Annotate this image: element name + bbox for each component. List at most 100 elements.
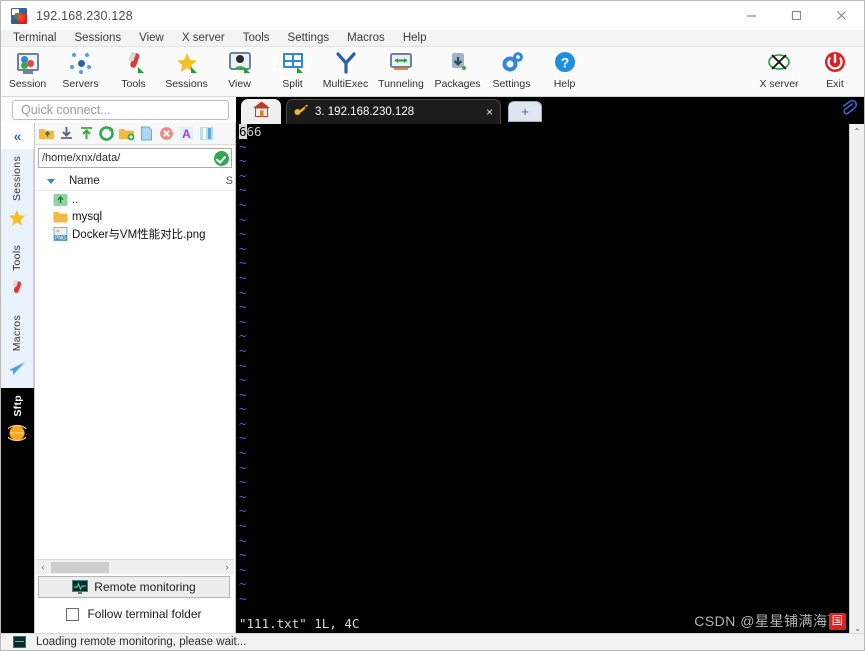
sidebar-item-sftp[interactable]: Sftp xyxy=(1,388,34,454)
menu-item-terminal[interactable]: Terminal xyxy=(4,30,65,47)
upload-icon[interactable] xyxy=(78,125,95,142)
toolbar-button-settings[interactable]: Settings xyxy=(485,47,538,96)
sidebar-vertical-tabs: « Sessions Tools Macros Sftp xyxy=(1,123,34,635)
toolbar-button-tunneling[interactable]: Tunneling xyxy=(372,47,430,96)
menu-item-macros[interactable]: Macros xyxy=(338,30,394,47)
sidebar-item-tools[interactable]: Tools xyxy=(1,238,34,309)
hscroll-thumb[interactable] xyxy=(51,561,109,573)
tab-home[interactable] xyxy=(241,99,281,124)
list-item[interactable]: .. xyxy=(35,191,235,208)
toolbar-label-split: Split xyxy=(282,78,303,90)
terminal-tilde-line: ~ xyxy=(239,591,247,606)
new-folder-icon[interactable] xyxy=(118,125,135,142)
main-toolbar: Session Servers Tools Sessions View Spli… xyxy=(1,47,864,97)
terminal-tilde-line: ~ xyxy=(239,342,247,358)
text-editor-icon[interactable]: A xyxy=(178,125,195,142)
new-tab-button[interactable]: + xyxy=(508,101,542,122)
maximize-icon[interactable] xyxy=(774,1,819,30)
sidebar-label-sftp: Sftp xyxy=(11,395,24,417)
terminal-tilde-line: ~ xyxy=(239,386,247,402)
column-header-size[interactable]: S xyxy=(226,175,233,187)
sort-caret-icon[interactable] xyxy=(47,178,55,184)
menu-item-view[interactable]: View xyxy=(130,30,173,47)
delete-icon[interactable] xyxy=(158,125,175,142)
terminal-tilde-line: ~ xyxy=(239,561,247,577)
new-file-icon[interactable] xyxy=(138,125,155,142)
sidebar-label-macros: Macros xyxy=(11,315,23,352)
menu-item-help[interactable]: Help xyxy=(394,30,436,47)
paperclip-icon[interactable] xyxy=(838,98,858,124)
toolbar-button-view[interactable]: View xyxy=(213,47,266,96)
quick-connect-input[interactable]: Quick connect... xyxy=(12,100,229,120)
terminal-tilde-line: ~ xyxy=(239,488,247,504)
menu-item-tools[interactable]: Tools xyxy=(234,30,279,47)
download-icon[interactable] xyxy=(58,125,75,142)
toolbar-button-help[interactable]: ? Help xyxy=(538,47,591,96)
sidebar-collapse-button[interactable]: « xyxy=(1,123,34,149)
toolbar-button-multiexec[interactable]: MultiExec xyxy=(319,47,372,96)
terminal-tilde-line: ~ xyxy=(239,255,247,271)
terminal-tilde-line: ~ xyxy=(239,284,247,300)
toolbar-button-xserver[interactable]: X server xyxy=(748,47,810,96)
remote-monitoring-label: Remote monitoring xyxy=(94,580,196,594)
window-controls xyxy=(729,1,864,30)
scroll-right-icon[interactable]: › xyxy=(220,562,234,572)
toolbar-button-packages[interactable]: Packages xyxy=(430,47,485,96)
png-file-icon: PNG xyxy=(53,226,68,241)
close-icon[interactable]: × xyxy=(486,105,493,119)
sftp-path-text: /home/xnx/data/ xyxy=(42,152,121,164)
toolbar-button-tools[interactable]: Tools xyxy=(107,47,160,96)
toolbar-button-split[interactable]: Split xyxy=(266,47,319,96)
column-header-name[interactable]: Name xyxy=(69,175,100,187)
sftp-path-input[interactable]: /home/xnx/data/ xyxy=(38,148,232,168)
menu-item-sessions[interactable]: Sessions xyxy=(65,30,130,47)
terminal-tilde-line: ~ xyxy=(239,547,247,563)
menu-item-settings[interactable]: Settings xyxy=(279,30,339,47)
terminal-tilde-line: ~ xyxy=(239,401,247,417)
file-name: .. xyxy=(72,193,79,206)
toolbar-label-exit: Exit xyxy=(826,78,844,90)
toolbar-button-servers[interactable]: Servers xyxy=(54,47,107,96)
tab-terminal-label: 3. 192.168.230.128 xyxy=(315,106,415,118)
sidebar-label-tools: Tools xyxy=(11,245,23,272)
terminal-tilde-line: ~ xyxy=(239,357,247,373)
minimize-icon[interactable] xyxy=(729,1,774,30)
terminal-tilde-line: ~ xyxy=(239,269,247,285)
servers-icon xyxy=(68,50,94,76)
toolbar-button-exit[interactable]: Exit xyxy=(810,47,860,96)
settings-gear-icon xyxy=(499,50,525,76)
toolbar-button-session[interactable]: Session xyxy=(1,47,54,96)
swiss-knife-icon xyxy=(7,278,27,298)
sidebar-item-macros[interactable]: Macros xyxy=(1,308,34,389)
remote-monitoring-button[interactable]: Remote monitoring xyxy=(38,576,230,598)
scroll-up-icon[interactable]: ⌃ xyxy=(850,124,864,138)
toolbar-label-packages: Packages xyxy=(434,78,481,90)
terminal-screen[interactable]: 666 ~ ~ ~ ~ ~ ~ ~ ~ ~ ~ ~ ~ ~ ~ ~ ~ ~ ~ ~ ~ ~ ~ ~ ~ ~ ~ ~ ~ ~ ~ ~ ~ "11… xyxy=(236,124,849,635)
sidebar-item-sessions[interactable]: Sessions xyxy=(1,149,34,239)
packages-icon xyxy=(445,50,471,76)
paper-plane-icon xyxy=(7,358,27,378)
terminal-empty-lines: ~ ~ ~ ~ ~ ~ ~ ~ ~ ~ ~ ~ ~ ~ ~ ~ ~ ~ ~ ~ ~ ~ ~ ~ ~ ~ ~ ~ ~ ~ ~ ~ xyxy=(239,138,849,607)
menu-item-xserver[interactable]: X server xyxy=(173,30,234,47)
terminal-tilde-line: ~ xyxy=(239,445,247,461)
toolbar-button-sessions[interactable]: Sessions xyxy=(160,47,213,96)
tab-terminal-session[interactable]: 3. 192.168.230.128 × xyxy=(286,99,501,124)
file-list-hscrollbar[interactable]: ‹ › xyxy=(36,559,234,574)
refresh-icon[interactable] xyxy=(98,125,115,142)
scroll-left-icon[interactable]: ‹ xyxy=(36,562,50,572)
view-icon xyxy=(227,50,253,76)
terminal-tilde-line: ~ xyxy=(239,430,247,446)
terminal-tilde-line: ~ xyxy=(239,138,247,154)
follow-terminal-folder-checkbox[interactable] xyxy=(66,607,80,621)
terminal-scrollbar[interactable]: ⌃ ⌄ xyxy=(849,124,864,635)
svg-text:?: ? xyxy=(560,55,569,71)
follow-terminal-folder-row[interactable]: Follow terminal folder xyxy=(38,604,230,624)
terminal-view-icon[interactable] xyxy=(198,125,215,142)
close-icon[interactable] xyxy=(819,1,864,30)
list-item[interactable]: PNG Docker与VM性能对比.png xyxy=(35,225,235,242)
terminal-tilde-line: ~ xyxy=(239,415,247,431)
list-item[interactable]: mysql xyxy=(35,208,235,225)
terminal-tilde-line: ~ xyxy=(239,532,247,548)
parent-folder-icon[interactable] xyxy=(38,125,55,142)
globe-icon xyxy=(4,424,29,444)
